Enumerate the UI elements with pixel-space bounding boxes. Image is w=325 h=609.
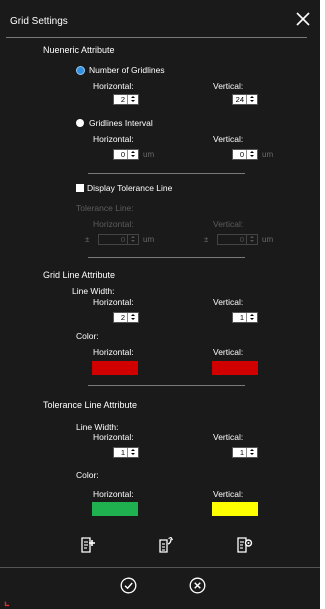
grid-width-horizontal-label: Horizontal: <box>93 297 134 307</box>
tolerance-line-width-label: Line Width: <box>76 422 119 432</box>
stepper-arrows-icon[interactable] <box>127 448 138 457</box>
numeric-section-title: Nueneric Attribute <box>43 45 115 55</box>
tol-width-horizontal-stepper[interactable]: 1 <box>113 447 139 458</box>
tolerance-vertical-prefix: ± <box>204 235 209 244</box>
tol-width-vertical-label: Vertical: <box>213 432 244 442</box>
interval-vertical-unit: um <box>262 150 274 159</box>
stepper-arrows-icon <box>246 235 257 244</box>
tolerance-divider <box>88 257 245 258</box>
tolerance-horizontal-stepper: 0 <box>98 234 139 245</box>
count-horizontal-label: Horizontal: <box>93 81 134 91</box>
tolerance-vertical-unit: um <box>262 235 274 244</box>
confirm-icon[interactable] <box>120 577 137 594</box>
title-divider <box>6 37 307 38</box>
stepper-arrows-icon[interactable] <box>127 150 138 159</box>
interval-horizontal-unit: um <box>143 150 155 159</box>
grid-line-divider <box>88 385 245 386</box>
preset-settings-icon[interactable] <box>236 537 253 553</box>
numeric-divider <box>88 173 245 174</box>
radio-gridlines-interval-label[interactable]: Gridlines Interval <box>89 118 153 128</box>
tol-width-vertical-stepper[interactable]: 1 <box>232 447 258 458</box>
tolerance-horizontal-prefix: ± <box>85 235 90 244</box>
close-icon[interactable] <box>293 9 313 29</box>
display-tolerance-label[interactable]: Display Tolerance Line <box>87 183 172 193</box>
tolerance-vertical-label: Vertical: <box>213 219 244 229</box>
tol-color-horizontal-swatch[interactable] <box>92 502 138 516</box>
interval-vertical-label: Vertical: <box>213 134 244 144</box>
tolerance-vertical-stepper: 0 <box>217 234 258 245</box>
interval-vertical-stepper[interactable]: 0 <box>232 149 258 160</box>
count-vertical-stepper[interactable]: 24 <box>232 94 258 105</box>
tol-color-vertical-label: Vertical: <box>213 489 244 499</box>
grid-width-vertical-stepper[interactable]: 1 <box>232 312 258 323</box>
cancel-icon[interactable] <box>189 577 206 594</box>
grid-color-vertical-label: Vertical: <box>213 347 244 357</box>
tolerance-horizontal-label: Horizontal: <box>93 219 134 229</box>
grid-settings-dialog: Grid Settings Nueneric Attribute Number … <box>0 0 320 609</box>
tol-color-label: Color: <box>76 470 99 480</box>
corner-marker-bottom: ⌞ <box>4 594 10 608</box>
grid-line-section-title: Grid Line Attribute <box>43 270 116 280</box>
grid-width-horizontal-stepper[interactable]: 2 <box>113 312 139 323</box>
tolerance-horizontal-unit: um <box>143 235 155 244</box>
footer-divider <box>0 567 320 568</box>
grid-color-label: Color: <box>76 331 99 341</box>
stepper-arrows-icon <box>127 235 138 244</box>
stepper-arrows-icon[interactable] <box>127 95 138 104</box>
radio-number-of-gridlines-label[interactable]: Number of Gridlines <box>89 65 165 75</box>
tol-color-horizontal-label: Horizontal: <box>93 489 134 499</box>
radio-gridlines-interval[interactable] <box>76 119 84 127</box>
add-preset-icon[interactable] <box>80 537 96 553</box>
stepper-arrows-icon[interactable] <box>246 313 257 322</box>
count-vertical-label: Vertical: <box>213 81 244 91</box>
display-tolerance-checkbox[interactable] <box>76 184 84 192</box>
interval-horizontal-stepper[interactable]: 0 <box>113 149 139 160</box>
grid-color-vertical-swatch[interactable] <box>212 361 258 375</box>
radio-number-of-gridlines[interactable] <box>76 66 85 75</box>
stepper-arrows-icon[interactable] <box>246 448 257 457</box>
stepper-arrows-icon[interactable] <box>127 313 138 322</box>
tol-width-horizontal-label: Horizontal: <box>93 432 134 442</box>
grid-color-horizontal-label: Horizontal: <box>93 347 134 357</box>
dialog-title: Grid Settings <box>10 16 68 27</box>
load-preset-icon[interactable] <box>158 537 174 553</box>
tol-color-vertical-swatch[interactable] <box>212 502 258 516</box>
stepper-arrows-icon[interactable] <box>246 150 257 159</box>
grid-color-horizontal-swatch[interactable] <box>92 361 138 375</box>
grid-line-width-label: Line Width: <box>72 286 115 296</box>
tolerance-line-section-title: Tolerance Line Attribute <box>43 400 138 410</box>
stepper-arrows-icon[interactable] <box>246 95 257 104</box>
grid-width-vertical-label: Vertical: <box>213 297 244 307</box>
tolerance-line-label: Tolerance Line: <box>76 203 134 213</box>
interval-horizontal-label: Horizontal: <box>93 134 134 144</box>
count-horizontal-stepper[interactable]: 2 <box>113 94 139 105</box>
